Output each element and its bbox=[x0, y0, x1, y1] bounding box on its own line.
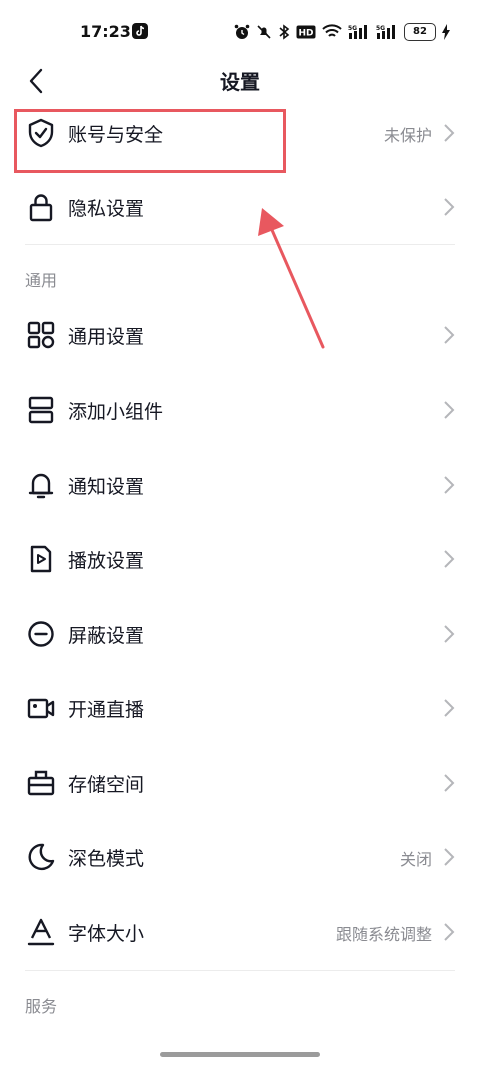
chevron-right-icon bbox=[444, 401, 455, 419]
status-icons: HD 5G 5G 82 bbox=[234, 22, 450, 42]
settings-item-playback[interactable]: 播放设置 bbox=[0, 522, 480, 596]
section-title-service: 服务 bbox=[25, 997, 58, 1016]
settings-item-dark-mode[interactable]: 深色模式 关闭 bbox=[0, 820, 480, 894]
wifi-icon bbox=[322, 24, 342, 37]
charging-icon bbox=[442, 24, 450, 40]
settings-item-label: 开通直播 bbox=[68, 699, 145, 721]
settings-item-label: 屏蔽设置 bbox=[68, 625, 145, 647]
chevron-right-icon bbox=[444, 476, 455, 494]
battery-indicator: 82 bbox=[404, 23, 436, 41]
hd-icon: HD bbox=[296, 25, 316, 39]
settings-item-label: 通知设置 bbox=[68, 476, 145, 498]
status-bar: 17:23 HD 5G 5G 82 bbox=[0, 0, 480, 64]
settings-item-general[interactable]: 通用设置 bbox=[0, 298, 480, 372]
section-divider bbox=[25, 970, 455, 971]
page-title: 设置 bbox=[220, 70, 260, 94]
section-title-general: 通用 bbox=[25, 271, 58, 290]
lock-icon bbox=[29, 194, 53, 222]
alarm-icon bbox=[234, 24, 250, 39]
block-icon bbox=[28, 621, 54, 647]
signal-5g-icon: 5G bbox=[376, 25, 395, 39]
bell-icon bbox=[28, 473, 54, 499]
bluetooth-icon bbox=[279, 24, 290, 40]
settings-item-label: 字体大小 bbox=[68, 923, 145, 945]
chevron-right-icon bbox=[444, 198, 455, 216]
signal-5g-icon: 5G bbox=[348, 25, 367, 39]
chevron-right-icon bbox=[444, 326, 455, 344]
chevron-right-icon bbox=[444, 699, 455, 717]
red-arrow-annotation bbox=[258, 208, 325, 349]
svg-text:5G: 5G bbox=[376, 25, 385, 32]
storage-box-icon bbox=[27, 770, 55, 796]
mute-icon bbox=[257, 25, 271, 39]
settings-item-font-size[interactable]: 字体大小 跟随系统调整 bbox=[0, 895, 480, 969]
settings-item-storage[interactable]: 存储空间 bbox=[0, 746, 480, 820]
settings-item-value: 关闭 bbox=[399, 850, 432, 869]
font-size-icon bbox=[27, 918, 55, 946]
svg-text:5G: 5G bbox=[348, 25, 357, 32]
settings-item-live[interactable]: 开通直播 bbox=[0, 671, 480, 745]
settings-item-notifications[interactable]: 通知设置 bbox=[0, 448, 480, 522]
settings-item-label: 播放设置 bbox=[68, 550, 145, 572]
grid-icon bbox=[27, 321, 55, 349]
settings-item-label: 隐私设置 bbox=[68, 198, 145, 220]
settings-item-label: 添加小组件 bbox=[68, 401, 164, 423]
chevron-right-icon bbox=[444, 848, 455, 866]
settings-page: 17:23 HD 5G 5G 82 设置 账号与安全 未保护 隐私设置 通用 通… bbox=[0, 0, 480, 1067]
chevron-right-icon bbox=[444, 625, 455, 643]
chevron-right-icon bbox=[444, 124, 455, 142]
settings-item-label: 深色模式 bbox=[68, 848, 145, 870]
settings-item-label: 通用设置 bbox=[68, 326, 145, 348]
settings-item-label: 存储空间 bbox=[68, 774, 145, 796]
video-camera-icon bbox=[27, 698, 55, 719]
moon-icon bbox=[28, 843, 55, 871]
settings-item-block[interactable]: 屏蔽设置 bbox=[0, 597, 480, 671]
tiktok-icon bbox=[132, 23, 148, 39]
settings-item-privacy[interactable]: 隐私设置 bbox=[0, 170, 480, 244]
status-time: 17:23 bbox=[80, 22, 131, 41]
chevron-right-icon bbox=[444, 774, 455, 792]
settings-item-value: 未保护 bbox=[383, 126, 432, 145]
svg-text:HD: HD bbox=[298, 29, 313, 39]
highlight-box bbox=[14, 109, 286, 173]
chevron-right-icon bbox=[444, 550, 455, 568]
widget-icon bbox=[28, 396, 54, 424]
section-divider bbox=[25, 244, 455, 245]
settings-item-value: 跟随系统调整 bbox=[335, 925, 432, 944]
settings-item-widget[interactable]: 添加小组件 bbox=[0, 373, 480, 447]
play-file-icon bbox=[30, 545, 52, 573]
chevron-right-icon bbox=[444, 923, 455, 941]
home-indicator[interactable] bbox=[160, 1052, 320, 1057]
